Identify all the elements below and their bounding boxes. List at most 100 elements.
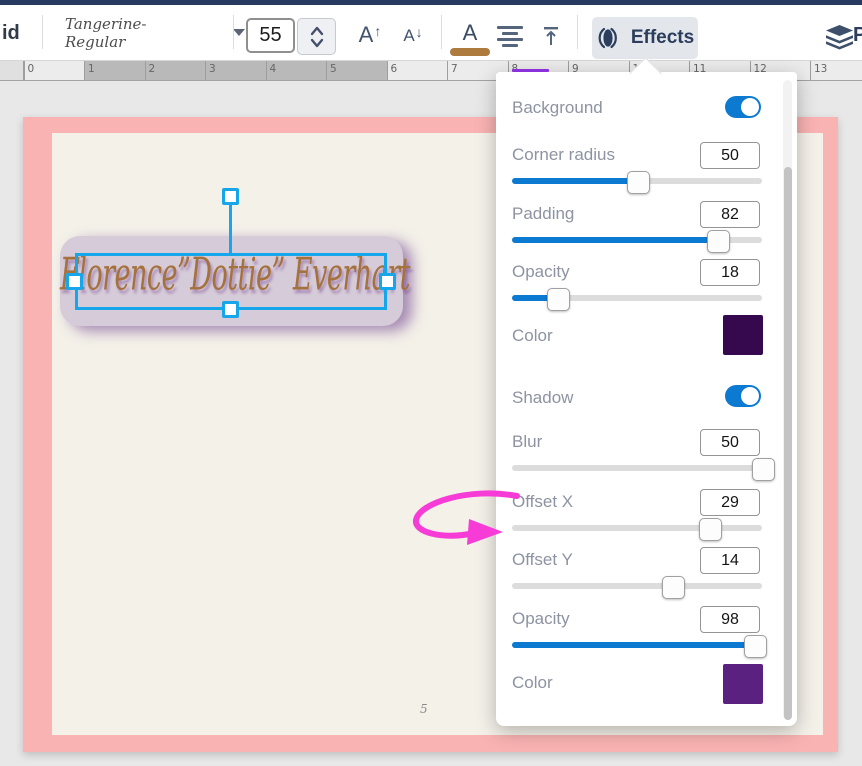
corner-radius-slider-thumb[interactable]	[626, 170, 650, 194]
offset-y-slider-track[interactable]	[512, 583, 762, 589]
letter-a: A	[403, 26, 415, 45]
rotation-handle[interactable]	[222, 188, 239, 205]
text-align-button[interactable]	[494, 23, 526, 49]
layers-button[interactable]	[824, 23, 854, 51]
padding-slider-thumb[interactable]	[706, 229, 730, 253]
divider	[577, 15, 578, 49]
divider	[42, 15, 43, 49]
offset-y-label: Offset Y	[512, 550, 573, 569]
section-title-shadow: Shadow	[512, 388, 574, 407]
offset-x-slider-thumb[interactable]	[699, 517, 722, 541]
ruler-tick-label: 3	[209, 63, 216, 75]
align-line	[497, 25, 523, 29]
resize-handle-right[interactable]	[379, 273, 396, 290]
slider-fill	[512, 237, 717, 243]
position-button-partial[interactable]: P	[853, 20, 862, 50]
font-family-value: Tangerine-Regular	[65, 15, 147, 51]
ruler-tick-label: 0	[27, 63, 35, 75]
ruler-tick	[205, 61, 206, 80]
divider	[441, 15, 442, 49]
toggle-knob	[741, 98, 759, 116]
chevron-down-icon	[233, 29, 245, 36]
effects-icon	[598, 27, 617, 49]
background-color-swatch[interactable]	[723, 315, 763, 355]
align-line	[502, 43, 518, 47]
opacity-input[interactable]: 18	[700, 259, 760, 286]
corner-radius-label: Corner radius	[512, 145, 615, 164]
font-size-input[interactable]: 55	[246, 18, 295, 53]
current-text-color-swatch	[450, 47, 490, 56]
ruler-tick	[326, 61, 327, 80]
effects-panel: Background Corner radius 50 Padding 82 Opacit…	[496, 72, 797, 726]
ruler-tick	[84, 61, 85, 80]
opacity-slider-track[interactable]	[512, 642, 762, 648]
ruler-tick-label: 2	[148, 63, 156, 75]
grid-button-partial[interactable]: id	[2, 19, 20, 47]
ruler-tick	[447, 61, 448, 80]
ruler-tick	[265, 61, 267, 80]
blur-slider-track[interactable]	[512, 465, 762, 471]
slider-fill	[512, 178, 637, 184]
opacity-slider-thumb[interactable]	[744, 634, 767, 658]
ruler-tick-label: 5	[330, 63, 337, 75]
blur-input[interactable]: 50	[700, 429, 760, 456]
letter-a: A	[462, 19, 478, 45]
ruler-tick-label: 13	[814, 63, 828, 75]
stepper-up-icon[interactable]	[308, 25, 326, 37]
layers-icon	[825, 24, 853, 49]
opacity-label: Opacity	[512, 262, 570, 281]
toggle-knob	[741, 387, 759, 405]
text-toolbar: id Tangerine-Regular 55 A ↑ A ↓ A Effect…	[0, 5, 862, 61]
opacity-label: Opacity	[512, 609, 570, 628]
ruler-tick	[144, 61, 146, 80]
background-color-label: Color	[512, 326, 553, 345]
panel-scrollbar-thumb[interactable]	[784, 167, 792, 720]
font-size-stepper[interactable]	[297, 18, 336, 55]
section-title-background: Background	[512, 98, 603, 117]
ruler-tick-label: 1	[88, 63, 95, 75]
offset-y-input[interactable]: 14	[700, 547, 760, 574]
effects-button-label: Effects	[630, 27, 695, 48]
increase-font-button[interactable]: A ↑	[350, 19, 390, 51]
ruler-tick	[23, 61, 25, 80]
offset-x-label: Offset X	[512, 492, 574, 511]
align-line	[502, 31, 518, 35]
blur-slider-thumb[interactable]	[751, 457, 775, 481]
down-arrow-icon: ↓	[415, 24, 423, 40]
opacity-slider-thumb[interactable]	[546, 287, 570, 311]
ruler-tick-label: 7	[451, 63, 458, 75]
blur-label: Blur	[512, 432, 543, 451]
annotation-arrow	[413, 490, 520, 545]
ruler-tick	[386, 61, 388, 80]
font-family-dropdown[interactable]: Tangerine-Regular	[55, 13, 245, 53]
letter-a: A	[358, 22, 374, 47]
rotation-handle-stem	[229, 205, 232, 255]
offset-y-slider-thumb[interactable]	[661, 575, 685, 599]
ruler-tick-label: 6	[390, 63, 398, 75]
ruler-origin-stub	[0, 61, 24, 80]
shadow-color-swatch[interactable]	[723, 664, 763, 704]
padding-label: Padding	[512, 204, 575, 223]
opacity-input[interactable]: 98	[700, 606, 760, 633]
offset-x-input[interactable]: 29	[700, 489, 760, 516]
ruler-tick-label: 4	[269, 63, 277, 75]
divider	[233, 15, 234, 49]
vertical-align-top-button[interactable]	[538, 23, 564, 49]
corner-radius-input[interactable]: 50	[700, 142, 760, 169]
slider-fill	[512, 642, 755, 648]
resize-handle-bottom[interactable]	[222, 301, 239, 318]
padding-input[interactable]: 82	[700, 201, 760, 228]
resize-handle-left[interactable]	[66, 273, 83, 290]
text-color-button[interactable]: A	[450, 17, 490, 59]
shadow-toggle[interactable]	[725, 385, 761, 407]
page-number: 5	[420, 702, 428, 716]
shadow-color-label: Color	[512, 673, 553, 692]
align-top-icon	[544, 27, 558, 45]
effects-button[interactable]: Effects	[592, 17, 698, 59]
up-arrow-icon: ↑	[374, 23, 382, 39]
app-window: id Tangerine-Regular 55 A ↑ A ↓ A Effect…	[0, 0, 862, 766]
offset-x-slider-track[interactable]	[512, 525, 762, 531]
background-toggle[interactable]	[725, 96, 761, 118]
decrease-font-button[interactable]: A ↓	[394, 21, 432, 51]
stepper-down-icon[interactable]	[308, 37, 326, 49]
